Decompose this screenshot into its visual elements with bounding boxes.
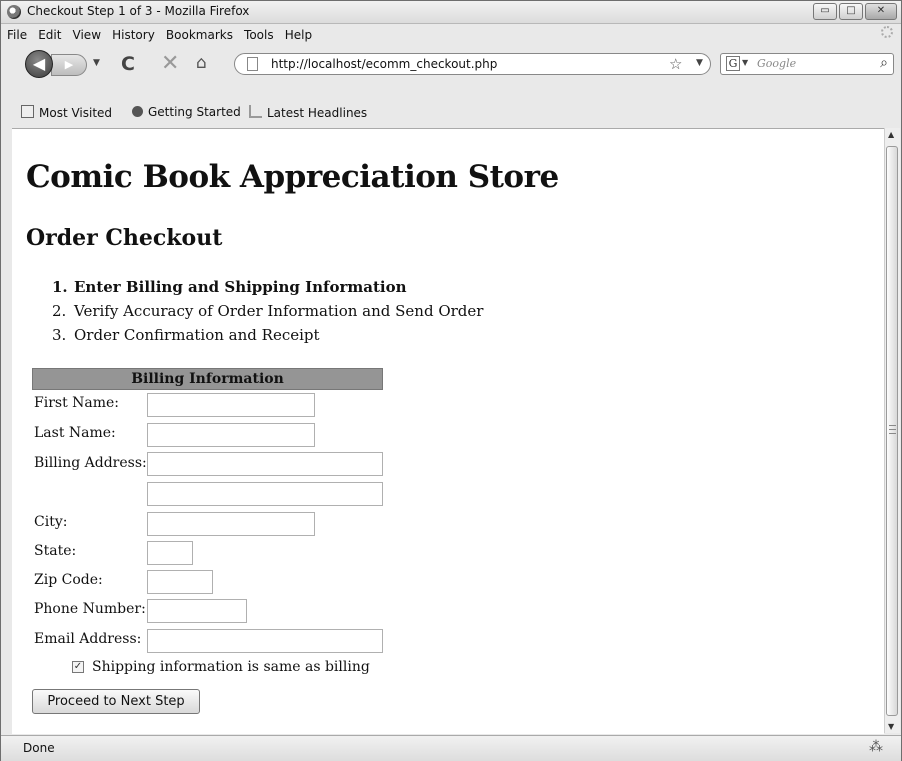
page-icon xyxy=(247,57,258,71)
first-name-label: First Name: xyxy=(34,395,120,411)
email-address-label: Email Address: xyxy=(34,631,142,647)
resize-grip-icon: ⁂ xyxy=(869,739,883,755)
billing-header: Billing Information xyxy=(32,368,383,390)
menu-help[interactable]: Help xyxy=(285,28,312,42)
bookmark-star-icon[interactable]: ☆ xyxy=(669,55,682,73)
search-input[interactable]: Google xyxy=(757,57,796,70)
menu-bar: File Edit View History Bookmarks Tools H… xyxy=(1,24,901,44)
step-label: Verify Accuracy of Order Information and… xyxy=(74,302,484,320)
search-icon[interactable]: ⌕ xyxy=(880,55,888,71)
menu-history[interactable]: History xyxy=(112,28,155,42)
billing-address-label: Billing Address: xyxy=(34,455,147,471)
url-text[interactable]: http://localhost/ecomm_checkout.php xyxy=(271,57,497,71)
menu-view[interactable]: View xyxy=(73,28,101,42)
getting-started-icon xyxy=(132,106,143,117)
home-icon[interactable]: ⌂ xyxy=(196,53,207,73)
billing-address-field[interactable] xyxy=(147,452,383,476)
billing-address-line2-field[interactable] xyxy=(147,482,383,506)
phone-number-field[interactable] xyxy=(147,599,247,623)
minimize-button[interactable]: ▭ xyxy=(813,3,837,20)
last-name-field[interactable] xyxy=(147,423,315,447)
maximize-button[interactable]: □ xyxy=(839,3,863,20)
search-bar[interactable]: G ▼ Google ⌕ xyxy=(720,53,894,75)
step-item: 1. Enter Billing and Shipping Information xyxy=(52,275,483,299)
bookmark-latest-headlines[interactable]: Latest Headlines xyxy=(249,105,367,120)
bookmark-most-visited[interactable]: Most Visited xyxy=(21,105,112,120)
first-name-field[interactable] xyxy=(147,393,315,417)
scroll-down-icon[interactable]: ▼ xyxy=(888,722,894,731)
city-label: City: xyxy=(34,514,68,530)
step-label: Order Confirmation and Receipt xyxy=(74,326,320,344)
engine-dropdown-icon[interactable]: ▼ xyxy=(742,58,748,67)
scroll-thumb[interactable] xyxy=(886,146,898,716)
forward-button[interactable]: ▶ xyxy=(51,54,87,76)
email-address-field[interactable] xyxy=(147,629,383,653)
status-text: Done xyxy=(23,741,55,755)
browser-window: Checkout Step 1 of 3 - Mozilla Firefox ▭… xyxy=(0,0,902,761)
navigation-toolbar: ▶ ◀ ▼ C ✕ ⌂ http://localhost/ecomm_check… xyxy=(1,45,901,81)
zip-code-field[interactable] xyxy=(147,570,213,594)
google-engine-icon[interactable]: G xyxy=(726,56,740,71)
status-bar: Done ⁂ xyxy=(1,735,901,761)
step-number: 2. xyxy=(52,302,67,320)
back-button[interactable]: ◀ xyxy=(25,50,53,78)
same-as-billing-checkbox[interactable]: ✓ xyxy=(72,661,84,673)
vertical-scrollbar[interactable]: ▲ ▼ xyxy=(884,128,900,733)
step-number: 3. xyxy=(52,326,67,344)
menu-bookmarks[interactable]: Bookmarks xyxy=(166,28,233,42)
activity-throbber-icon xyxy=(881,26,893,38)
reload-icon[interactable]: C xyxy=(121,53,135,75)
scroll-up-icon[interactable]: ▲ xyxy=(888,130,894,139)
close-button[interactable]: ✕ xyxy=(865,3,897,20)
forward-arrow-icon: ▶ xyxy=(64,58,74,71)
city-field[interactable] xyxy=(147,512,315,536)
window-title: Checkout Step 1 of 3 - Mozilla Firefox xyxy=(27,4,250,18)
step-item: 3. Order Confirmation and Receipt xyxy=(52,323,483,347)
last-name-label: Last Name: xyxy=(34,425,116,441)
page-content: Comic Book Appreciation Store Order Chec… xyxy=(12,128,884,734)
title-bar: Checkout Step 1 of 3 - Mozilla Firefox ▭… xyxy=(1,1,901,24)
store-title: Comic Book Appreciation Store xyxy=(26,159,559,195)
scroll-grip-icon xyxy=(889,425,896,434)
window-controls: ▭ □ ✕ xyxy=(813,3,897,20)
menu-tools[interactable]: Tools xyxy=(244,28,274,42)
most-visited-icon xyxy=(21,105,34,118)
step-number: 1. xyxy=(52,278,68,296)
url-dropdown-icon[interactable]: ▼ xyxy=(696,58,703,68)
menu-edit[interactable]: Edit xyxy=(38,28,61,42)
bookmarks-toolbar: Most Visited Getting Started Latest Head… xyxy=(1,101,901,125)
bookmark-label: Getting Started xyxy=(148,105,241,119)
state-field[interactable] xyxy=(147,541,193,565)
section-title: Order Checkout xyxy=(26,225,223,251)
stop-icon[interactable]: ✕ xyxy=(161,51,179,76)
same-as-billing-label: Shipping information is same as billing xyxy=(92,659,370,675)
url-bar[interactable]: http://localhost/ecomm_checkout.php ☆ ▼ xyxy=(234,53,711,75)
menu-file[interactable]: File xyxy=(7,28,27,42)
proceed-button[interactable]: Proceed to Next Step xyxy=(32,689,200,714)
state-label: State: xyxy=(34,543,77,559)
bookmark-label: Most Visited xyxy=(39,106,113,120)
rss-feed-icon xyxy=(249,105,262,118)
bookmark-label: Latest Headlines xyxy=(267,106,368,120)
phone-number-label: Phone Number: xyxy=(34,601,146,617)
history-dropdown-icon[interactable]: ▼ xyxy=(93,58,100,68)
back-arrow-icon: ◀ xyxy=(32,54,46,73)
step-label: Enter Billing and Shipping Information xyxy=(74,278,407,296)
zip-code-label: Zip Code: xyxy=(34,572,103,588)
bookmark-getting-started[interactable]: Getting Started xyxy=(132,105,241,119)
step-item: 2. Verify Accuracy of Order Information a… xyxy=(52,299,483,323)
checkout-steps: 1. Enter Billing and Shipping Information… xyxy=(52,275,483,347)
firefox-logo-icon xyxy=(7,5,21,19)
